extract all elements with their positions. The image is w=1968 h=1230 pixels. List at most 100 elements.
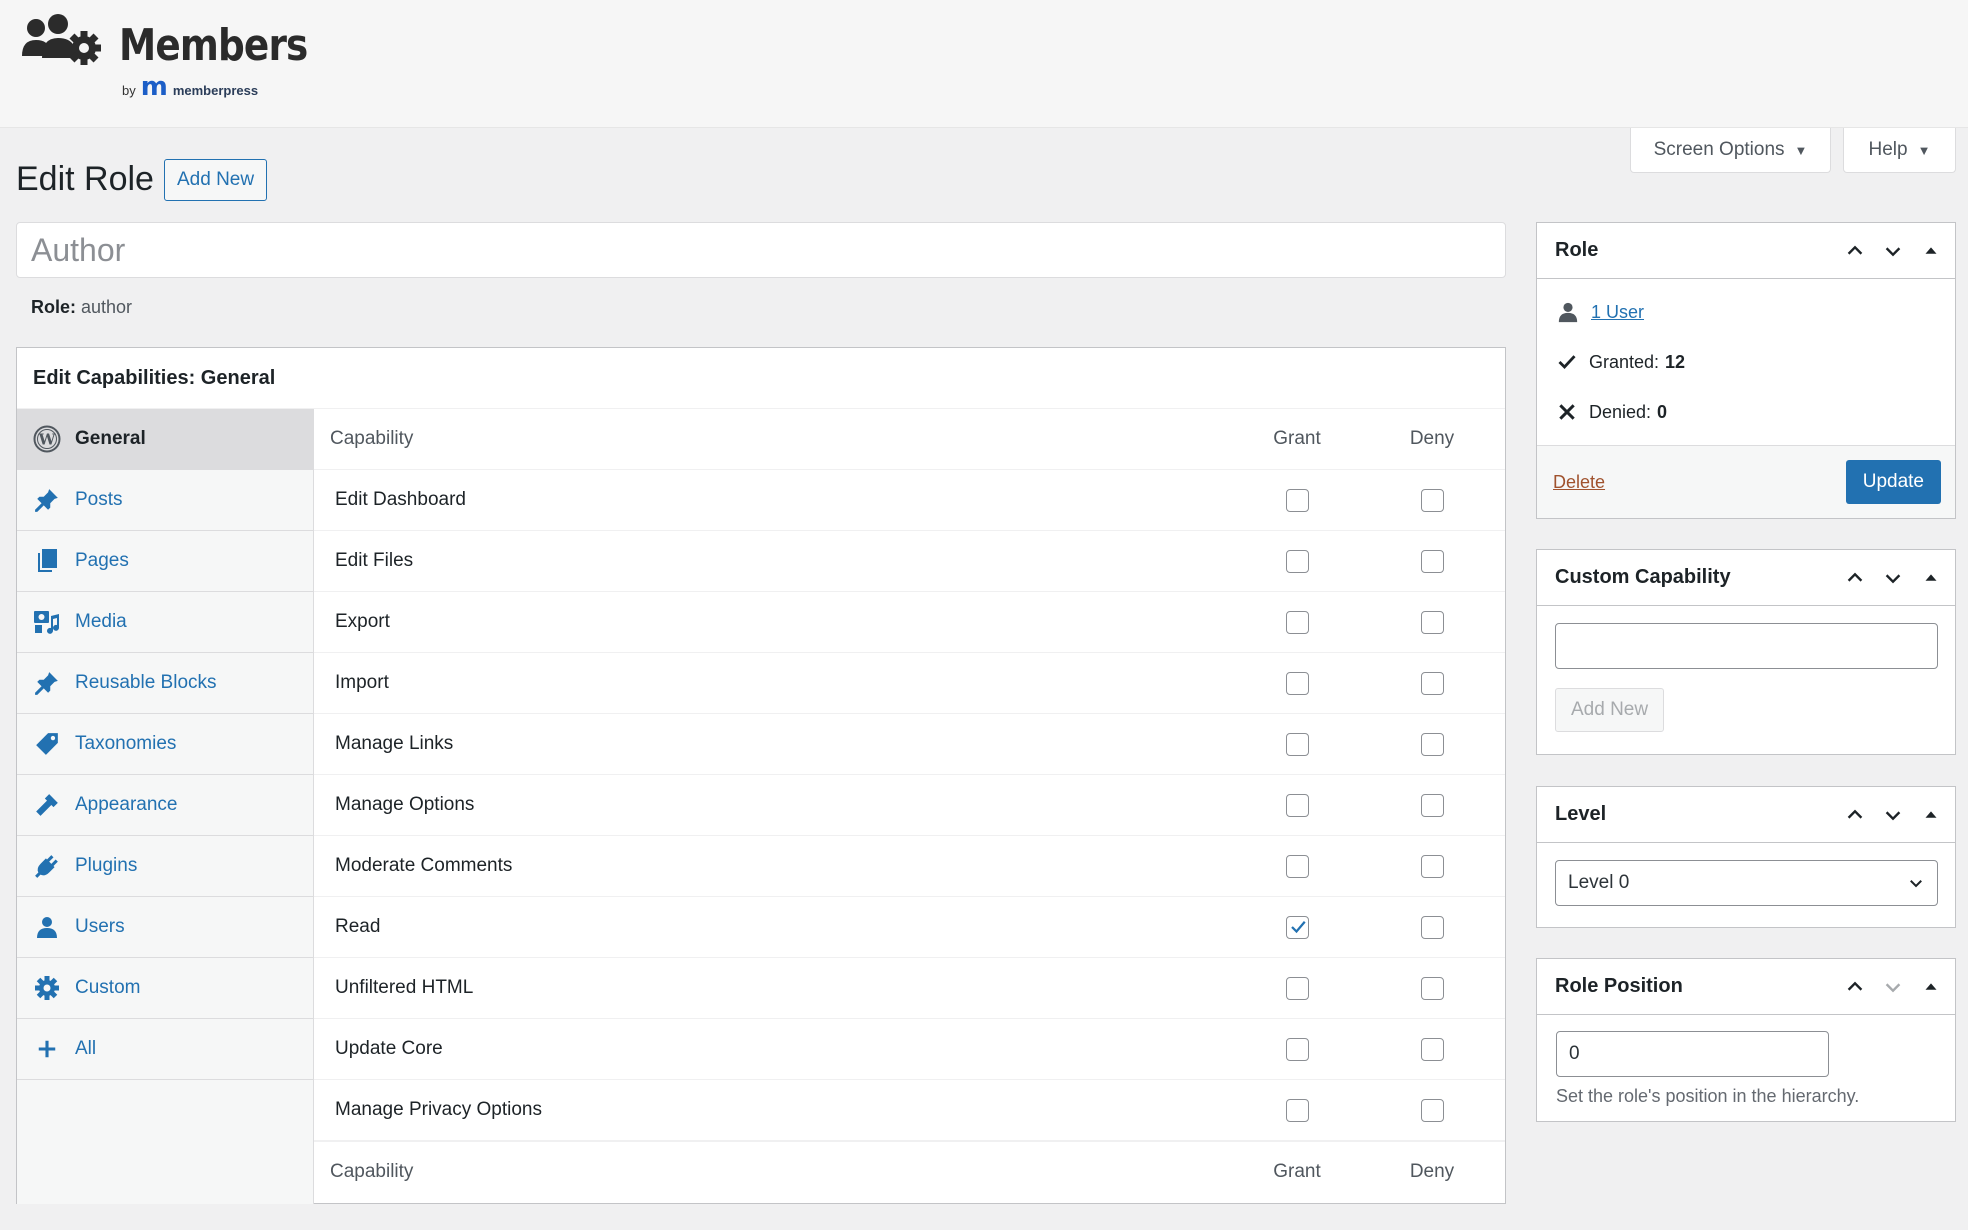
deny-checkbox[interactable] <box>1421 976 1444 1000</box>
cap-group-posts[interactable]: Posts <box>17 470 313 531</box>
wordpress-icon: W <box>33 425 61 453</box>
help-tab[interactable]: Help ▼ <box>1843 128 1956 173</box>
cap-group-taxonomies[interactable]: Taxonomies <box>17 714 313 775</box>
move-down-icon[interactable] <box>1881 975 1905 999</box>
add-custom-capability-button[interactable]: Add New <box>1555 688 1665 732</box>
role-name-input[interactable]: Author <box>16 222 1506 278</box>
deny-checkbox[interactable] <box>1421 671 1444 695</box>
move-up-icon[interactable] <box>1843 803 1867 827</box>
grant-column-footer: Grant <box>1273 1161 1321 1182</box>
cap-group-all[interactable]: All <box>17 1019 313 1080</box>
deny-checkbox[interactable] <box>1421 915 1444 939</box>
edit-capabilities-box: Edit Capabilities: General W General Posts… <box>16 347 1506 1204</box>
denied-count: 0 <box>1657 401 1668 422</box>
move-down-icon[interactable] <box>1881 803 1905 827</box>
svg-text:W: W <box>38 431 57 449</box>
members-logo[interactable]: Members by m memberpress <box>22 12 308 102</box>
grant-checkbox[interactable] <box>1286 793 1309 817</box>
capability-name: Import <box>335 672 389 693</box>
cap-group-reusable-blocks[interactable]: Reusable Blocks <box>17 653 313 714</box>
role-slug: Role: author <box>31 297 132 318</box>
brand-name: Members <box>119 20 308 71</box>
cap-group-label: Custom <box>75 977 141 998</box>
deny-checkbox[interactable] <box>1421 732 1444 756</box>
role-position-header: Role Position <box>1537 959 1955 1015</box>
role-position-metabox: Role Position 0 Set the role's position … <box>1536 958 1956 1122</box>
cap-group-label: Taxonomies <box>75 733 177 754</box>
collapse-icon[interactable] <box>1919 975 1943 999</box>
table-row: Edit Dashboard <box>314 470 1505 531</box>
cap-group-custom[interactable]: Custom <box>17 958 313 1019</box>
collapse-icon[interactable] <box>1919 803 1943 827</box>
memberpress-logo-mark: m <box>140 72 168 102</box>
capability-name: Unfiltered HTML <box>335 977 474 998</box>
role-slug-label: Role: <box>31 297 76 317</box>
delete-role-link[interactable]: Delete <box>1553 472 1605 493</box>
grant-checkbox[interactable] <box>1286 854 1309 878</box>
screen-options-tab[interactable]: Screen Options ▼ <box>1630 128 1831 173</box>
user-icon <box>33 913 61 941</box>
custom-capability-metabox: Custom Capability Add New <box>1536 549 1956 755</box>
deny-checkbox[interactable] <box>1421 1098 1444 1122</box>
x-icon <box>1559 404 1575 420</box>
move-down-icon[interactable] <box>1881 566 1905 590</box>
deny-checkbox[interactable] <box>1421 854 1444 878</box>
collapse-icon[interactable] <box>1919 566 1943 590</box>
table-row: Manage Privacy Options <box>314 1080 1505 1141</box>
cap-group-label: Plugins <box>75 855 138 876</box>
deny-checkbox[interactable] <box>1421 1037 1444 1061</box>
grant-checkbox[interactable] <box>1286 549 1309 573</box>
grant-checkbox[interactable] <box>1286 915 1309 939</box>
brand-by-label: by <box>122 82 136 98</box>
deny-checkbox[interactable] <box>1421 488 1444 512</box>
move-down-icon[interactable] <box>1881 239 1905 263</box>
collapse-icon[interactable] <box>1919 239 1943 263</box>
plugin-icon <box>33 852 61 880</box>
table-row: Unfiltered HTML <box>314 958 1505 1019</box>
deny-checkbox[interactable] <box>1421 610 1444 634</box>
move-up-icon[interactable] <box>1843 239 1867 263</box>
grant-column-header: Grant <box>1273 428 1321 449</box>
cap-group-label: Users <box>75 916 125 937</box>
grant-checkbox[interactable] <box>1286 610 1309 634</box>
users-count-link[interactable]: 1 User <box>1591 302 1644 323</box>
grant-checkbox[interactable] <box>1286 732 1309 756</box>
cap-group-media[interactable]: Media <box>17 592 313 653</box>
grant-checkbox[interactable] <box>1286 671 1309 695</box>
role-position-input[interactable]: 0 <box>1556 1031 1829 1077</box>
table-row: Manage Options <box>314 775 1505 836</box>
cap-group-general[interactable]: W General <box>17 409 313 470</box>
pages-icon <box>33 547 61 575</box>
capability-name: Manage Options <box>335 794 475 815</box>
grant-checkbox[interactable] <box>1286 976 1309 1000</box>
cap-group-plugins[interactable]: Plugins <box>17 836 313 897</box>
grant-checkbox[interactable] <box>1286 1098 1309 1122</box>
user-icon <box>1558 302 1578 323</box>
update-role-button[interactable]: Update <box>1845 460 1941 504</box>
table-row: Manage Links <box>314 714 1505 775</box>
cap-group-users[interactable]: Users <box>17 897 313 958</box>
custom-capability-title: Custom Capability <box>1555 566 1731 588</box>
cap-group-label: Posts <box>75 489 123 510</box>
deny-column-footer: Deny <box>1409 1161 1455 1182</box>
move-up-icon[interactable] <box>1843 566 1867 590</box>
grant-checkbox[interactable] <box>1286 1037 1309 1061</box>
deny-checkbox[interactable] <box>1421 549 1444 573</box>
add-new-role-button[interactable]: Add New <box>164 159 268 201</box>
checkmark-icon <box>1290 921 1306 934</box>
capability-name: Update Core <box>335 1038 443 1059</box>
grant-checkbox[interactable] <box>1286 488 1309 512</box>
level-select[interactable]: Level 0 <box>1555 860 1938 906</box>
brand-company: memberpress <box>172 82 259 98</box>
cap-group-label: General <box>75 428 146 449</box>
cap-group-pages[interactable]: Pages <box>17 531 313 592</box>
capability-name: Moderate Comments <box>335 855 513 876</box>
move-up-icon[interactable] <box>1843 975 1867 999</box>
capability-name: Edit Dashboard <box>335 489 466 510</box>
deny-checkbox[interactable] <box>1421 793 1444 817</box>
cap-group-appearance[interactable]: Appearance <box>17 775 313 836</box>
custom-capability-input[interactable] <box>1555 623 1938 669</box>
members-logo-icon <box>22 14 101 65</box>
help-label: Help <box>1868 139 1908 160</box>
checkmark-icon <box>1558 355 1576 370</box>
